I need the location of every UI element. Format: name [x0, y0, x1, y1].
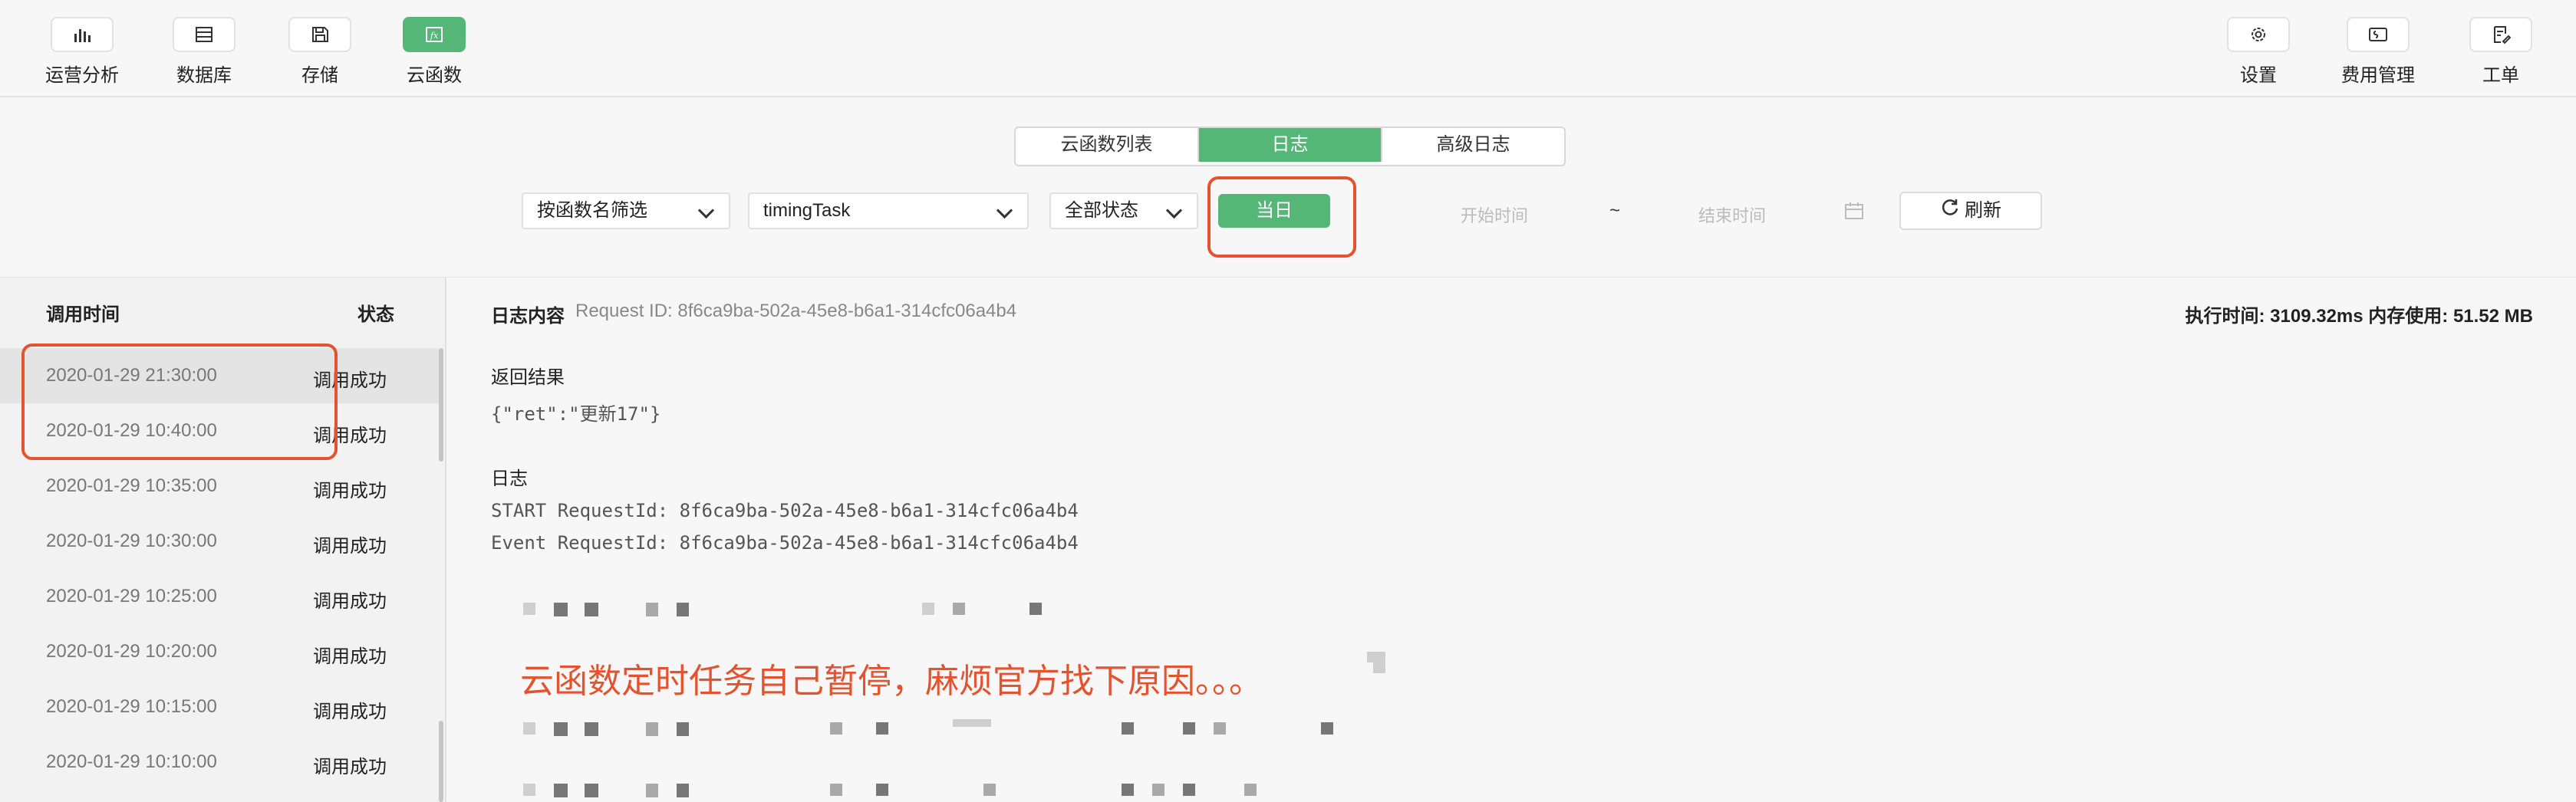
nav-label: 设置 [2240, 65, 2277, 86]
row-status: 调用成功 [313, 702, 387, 722]
return-result-label: 返回结果 [491, 367, 565, 388]
row-time: 2020-01-29 10:35:00 [46, 475, 217, 496]
log-section-label: 日志 [491, 468, 528, 489]
annotation-text: 云函数定时任务自己暂停，麻烦官方找下原因。。。 [520, 662, 1263, 700]
row-status: 调用成功 [313, 536, 387, 557]
refresh-label: 刷新 [1965, 200, 2001, 221]
gear-icon [2227, 17, 2290, 52]
chevron-down-icon [996, 202, 1013, 219]
execution-metrics: 执行时间: 3109.32ms 内存使用: 51.52 MB [2185, 306, 2533, 327]
row-time: 2020-01-29 10:10:00 [46, 751, 217, 772]
row-status: 调用成功 [313, 591, 387, 612]
list-item[interactable]: 2020-01-29 10:30:00 调用成功 [0, 514, 439, 569]
tab-logs[interactable]: 日志 [1199, 128, 1382, 162]
tab-advanced-logs[interactable]: 高级日志 [1382, 128, 1564, 162]
nav-label: 云函数 [407, 65, 462, 86]
nav-item-billing[interactable]: 费用管理 [2332, 17, 2424, 87]
log-detail-panel: 日志内容 Request ID: 8f6ca9ba-502a-45e8-b6a1… [446, 278, 2576, 802]
row-time: 2020-01-29 10:30:00 [46, 531, 217, 551]
list-item[interactable]: 2020-01-29 10:20:00 调用成功 [0, 624, 439, 679]
nav-item-ticket[interactable]: 工单 [2455, 17, 2547, 87]
status-select[interactable]: 全部状态 [1049, 192, 1198, 229]
end-date-input[interactable]: 结束时间 [1698, 202, 1766, 227]
ticket-icon [2469, 17, 2532, 52]
nav-item-cloud-function[interactable]: fx 云函数 [388, 17, 480, 87]
nav-label: 费用管理 [2341, 65, 2415, 86]
chevron-down-icon [1165, 202, 1183, 219]
list-item[interactable]: 2020-01-29 10:25:00 调用成功 [0, 569, 439, 624]
function-name-select[interactable]: timingTask [748, 192, 1029, 229]
highlight-box-today [1207, 176, 1356, 258]
nav-label: 存储 [301, 65, 338, 86]
controls-area: 云函数列表 日志 高级日志 按函数名筛选 timingTask 全部状态 当日 … [0, 96, 2576, 278]
nav-item-analytics[interactable]: 运营分析 [36, 17, 128, 87]
column-header-time: 调用时间 [46, 304, 120, 325]
nav-item-storage[interactable]: 存储 [274, 17, 366, 87]
range-separator: ~ [1609, 200, 1621, 221]
bar-chart-icon [51, 17, 114, 52]
nav-item-settings[interactable]: 设置 [2212, 17, 2304, 87]
list-item[interactable]: 2020-01-29 10:15:00 调用成功 [0, 679, 439, 735]
refresh-button[interactable]: 刷新 [1899, 192, 2042, 230]
list-item[interactable]: 2020-01-29 10:35:00 调用成功 [0, 459, 439, 514]
row-status: 调用成功 [313, 481, 387, 501]
filter-mode-value: 按函数名筛选 [537, 200, 647, 221]
start-date-input[interactable]: 开始时间 [1461, 202, 1528, 227]
top-nav-bar: 运营分析 数据库 存储 fx 云函数 设置 费用管理 工单 [0, 0, 2576, 97]
highlight-box-rows [21, 343, 338, 460]
database-icon [173, 17, 236, 52]
list-scrollbar-lower[interactable] [439, 721, 443, 802]
function-icon: fx [403, 17, 466, 52]
row-time: 2020-01-29 10:20:00 [46, 641, 217, 662]
tab-function-list[interactable]: 云函数列表 [1016, 128, 1199, 162]
list-item[interactable]: 2020-01-29 10:10:00 调用成功 [0, 735, 439, 790]
log-content-title: 日志内容 [491, 306, 565, 327]
chevron-down-icon [697, 202, 715, 219]
nav-label: 运营分析 [45, 65, 119, 86]
request-id: Request ID: 8f6ca9ba-502a-45e8-b6a1-314c… [575, 301, 1017, 321]
status-value: 全部状态 [1065, 200, 1138, 221]
row-time: 2020-01-29 10:25:00 [46, 586, 217, 606]
filter-mode-select[interactable]: 按函数名筛选 [522, 192, 730, 229]
svg-text:fx: fx [430, 31, 439, 41]
invocation-list: 调用时间 状态 2020-01-29 21:30:00 调用成功 2020-01… [0, 278, 446, 802]
nav-label: 数据库 [176, 65, 232, 86]
nav-item-database[interactable]: 数据库 [158, 17, 250, 87]
list-scrollbar[interactable] [439, 348, 443, 462]
column-header-status: 状态 [357, 304, 394, 325]
nav-label: 工单 [2482, 65, 2519, 86]
row-status: 调用成功 [313, 646, 387, 667]
log-line: START RequestId: 8f6ca9ba-502a-45e8-b6a1… [491, 500, 1079, 521]
row-time: 2020-01-29 10:15:00 [46, 696, 217, 717]
tab-group: 云函数列表 日志 高级日志 [1014, 127, 1566, 166]
function-name-value: timingTask [763, 200, 851, 221]
return-result-value: {"ret":"更新17"} [491, 403, 661, 425]
calendar-icon[interactable] [1844, 202, 1864, 225]
log-line: Event RequestId: 8f6ca9ba-502a-45e8-b6a1… [491, 532, 1079, 554]
refresh-icon [1940, 194, 1960, 229]
storage-icon [288, 17, 351, 52]
billing-icon [2347, 17, 2410, 52]
row-status: 调用成功 [313, 757, 387, 777]
